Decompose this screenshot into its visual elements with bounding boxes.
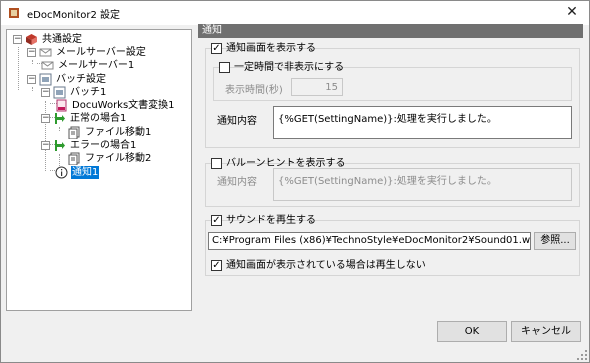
file-move-icon bbox=[68, 126, 80, 139]
collapse-icon[interactable]: − bbox=[41, 141, 50, 150]
checkbox-label: 通知画面を表示する bbox=[226, 43, 316, 54]
docuworks-icon bbox=[56, 99, 67, 112]
app-icon bbox=[9, 8, 19, 18]
checkbox[interactable] bbox=[219, 62, 230, 73]
tree-item-label: 通知1 bbox=[71, 166, 100, 179]
settings-tree[interactable]: − 共通設定 − メールサーバー設定 メールサーバー1 − バッチ設定 − バッ… bbox=[6, 29, 192, 311]
collapse-icon[interactable]: − bbox=[41, 88, 50, 97]
checkbox[interactable]: ✓ bbox=[211, 43, 222, 54]
tree-item-label: DocuWorks文書変換1 bbox=[72, 100, 175, 111]
close-button[interactable]: ✕ bbox=[555, 1, 589, 25]
batch-icon bbox=[39, 73, 52, 86]
info-icon bbox=[55, 166, 68, 179]
green-arrow-icon bbox=[55, 113, 65, 124]
balloon-content-label: 通知内容 bbox=[217, 177, 257, 188]
title-bar: eDocMonitor2 設定 ✕ bbox=[1, 1, 589, 25]
section-header: 通知 bbox=[198, 24, 583, 38]
browse-button[interactable]: 参照... bbox=[534, 232, 576, 250]
checkbox[interactable]: ✓ bbox=[211, 260, 222, 271]
mail-icon bbox=[41, 61, 54, 70]
green-arrow-icon bbox=[55, 140, 65, 151]
display-time-label: 表示時間(秒) bbox=[225, 85, 283, 96]
tree-item-label: ファイル移動2 bbox=[85, 153, 152, 164]
file-move-icon bbox=[68, 152, 80, 165]
ok-button[interactable]: OK bbox=[437, 321, 507, 342]
window-title: eDocMonitor2 設定 bbox=[27, 10, 121, 21]
tree-line bbox=[18, 47, 19, 90]
settings-dialog: eDocMonitor2 設定 ✕ − 共通設定 − メールサーバー設定 メール… bbox=[0, 0, 590, 363]
mail-icon bbox=[39, 48, 52, 57]
cancel-button[interactable]: キャンセル bbox=[511, 321, 581, 342]
tree-item-label: メールサーバー1 bbox=[58, 60, 135, 71]
tree-item-label: バッチ設定 bbox=[56, 74, 106, 85]
tree-line bbox=[32, 60, 33, 64]
checkbox-label: サウンドを再生する bbox=[226, 215, 316, 226]
show-notification-checkbox[interactable]: ✓ 通知画面を表示する bbox=[211, 42, 316, 55]
notify-content-field[interactable]: {%GET(SettingName)}:処理を実行しました。 bbox=[273, 106, 572, 139]
checkbox[interactable] bbox=[211, 158, 222, 169]
sound-checkbox[interactable]: ✓ サウンドを再生する bbox=[211, 214, 316, 227]
checkbox-label: 一定時間で非表示にする bbox=[234, 62, 345, 73]
tree-line bbox=[45, 101, 46, 171]
tree-item-label: ファイル移動1 bbox=[85, 127, 152, 138]
tree-item-label: エラーの場合1 bbox=[70, 140, 137, 151]
collapse-icon[interactable]: − bbox=[13, 35, 22, 44]
collapse-icon[interactable]: − bbox=[41, 114, 50, 123]
resize-grip-icon[interactable] bbox=[577, 350, 587, 360]
tree-line bbox=[59, 127, 60, 131]
notify-content-label: 通知内容 bbox=[217, 116, 257, 127]
settings-folder-icon bbox=[26, 34, 37, 45]
collapse-icon[interactable]: − bbox=[27, 48, 36, 57]
balloon-content-field[interactable]: {%GET(SettingName)}:処理を実行しました。 bbox=[273, 168, 572, 201]
sound-path-field[interactable]: C:¥Program Files (x86)¥TechnoStyle¥eDocM… bbox=[208, 232, 531, 250]
display-time-field[interactable]: 15 bbox=[291, 78, 343, 96]
batch-icon bbox=[53, 86, 66, 99]
collapse-icon[interactable]: − bbox=[27, 75, 36, 84]
auto-hide-checkbox[interactable]: 一定時間で非表示にする bbox=[219, 61, 344, 74]
tree-item-label: 共通設定 bbox=[42, 34, 82, 45]
checkbox-label: 通知画面が表示されている場合は再生しない bbox=[226, 260, 426, 271]
tree-item-label: メールサーバー設定 bbox=[56, 47, 146, 58]
tree-line bbox=[32, 87, 33, 91]
tree-item-label: バッチ1 bbox=[70, 87, 107, 98]
balloon-checkbox[interactable]: バルーンヒントを表示する bbox=[211, 157, 346, 170]
tree-item-label: 正常の場合1 bbox=[70, 113, 127, 124]
checkbox[interactable]: ✓ bbox=[211, 215, 222, 226]
